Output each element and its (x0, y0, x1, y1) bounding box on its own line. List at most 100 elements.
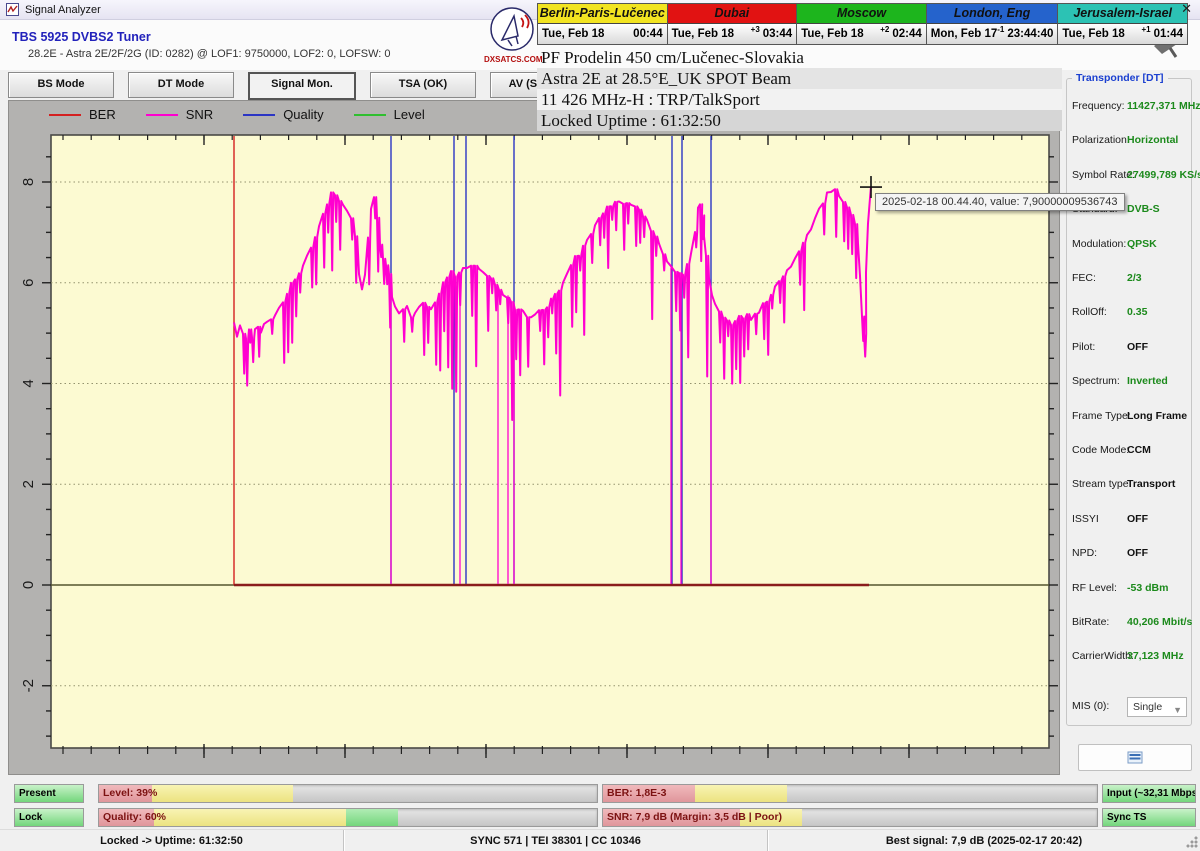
tp-value: 27499,789 KS/s (1127, 169, 1200, 181)
header-line-freq: 11 426 MHz-H : TRP/TalkSport (537, 89, 1062, 110)
tp-value: 37,123 MHz (1127, 650, 1184, 662)
clock-london-eng: London, EngMon, Feb 17-123:44:40 (927, 3, 1059, 45)
present-indicator: Present (14, 784, 84, 803)
tp-value: OFF (1127, 513, 1148, 525)
quality-seg-green (346, 809, 398, 826)
tp-row-npd-: NPD:OFF (1072, 547, 1190, 561)
quality-meter-label: Quality: 60% (103, 809, 166, 826)
tp-value: Inverted (1127, 375, 1168, 387)
status-bar: Locked -> Uptime: 61:32:50 SYNC 571 | TE… (0, 829, 1200, 851)
clock-time: 00:44 (633, 28, 662, 40)
list-icon (1127, 751, 1143, 764)
y-tick-label: -2 (20, 679, 37, 692)
tp-row-spectrum-: Spectrum:Inverted (1072, 375, 1190, 389)
input-rate-box: Input (~32,31 Mbps) (1102, 784, 1196, 803)
tp-label: Code Mode: (1072, 444, 1129, 456)
mis-label: MIS (0): (1072, 700, 1109, 712)
level-meter-label: Level: 39% (103, 785, 157, 802)
clock-city: Berlin-Paris-Lučenec (538, 4, 667, 24)
tp-row-frequency-: Frequency:11427,371 MHz (1072, 100, 1190, 114)
clock-city: Dubai (668, 4, 797, 24)
quality-meter: Quality: 60% (98, 808, 598, 827)
tp-row-modulation-: Modulation:QPSK (1072, 238, 1190, 252)
tab-tsa-ok-[interactable]: TSA (OK) (370, 72, 476, 98)
tp-value: QPSK (1127, 238, 1157, 250)
satellite-dish-logo-icon (488, 6, 536, 52)
y-tick-label: 4 (20, 379, 37, 387)
tp-row-rf-level-: RF Level: -53 dBm (1072, 582, 1190, 596)
legend-swatch (49, 114, 81, 116)
tab-bs-mode[interactable]: BS Mode (8, 72, 114, 98)
tp-value: 0.35 (1127, 306, 1147, 318)
legend-swatch (243, 114, 275, 116)
tp-label: CarrierWidth: (1072, 650, 1134, 662)
legend-item-ber: BER (49, 107, 116, 122)
mis-select[interactable]: Single ▼ (1127, 697, 1187, 717)
tp-value: 11427,371 MHz (1127, 100, 1200, 112)
tp-value: 2/3 (1127, 272, 1142, 284)
clock-utc-offset: +2 (880, 25, 889, 34)
dxsatcs-logo: DXSATCS.COM (484, 6, 540, 64)
ber-meter-label: BER: 1,8E-3 (607, 785, 667, 802)
clock-city: London, Eng (927, 4, 1058, 24)
tp-row-code-mode-: Code Mode:CCM (1072, 444, 1190, 458)
tp-label: Pilot: (1072, 341, 1095, 353)
antenna-header: PF Prodelin 450 cm/Lučenec-Slovakia Astr… (537, 47, 1062, 131)
tp-value: Transport (1127, 478, 1175, 490)
tuner-name: TBS 5925 DVBS2 Tuner (12, 30, 151, 44)
clock-date: Tue, Feb 18 (1062, 28, 1141, 40)
clock-date: Tue, Feb 18 (672, 28, 751, 40)
header-line-antenna: PF Prodelin 450 cm/Lučenec-Slovakia (537, 47, 1062, 68)
tp-label: FEC: (1072, 272, 1096, 284)
tp-label: RF Level: (1072, 582, 1117, 594)
clock-time: 01:44 (1154, 28, 1183, 40)
tp-row-carrierwidth-: CarrierWidth:37,123 MHz (1072, 650, 1190, 664)
tp-value: 40,206 Mbit/s (1127, 616, 1192, 628)
mode-tabs: BS ModeDT ModeSignal Mon.TSA (OK)AV (Sto… (8, 72, 596, 100)
snr-meter: SNR: 7,9 dB (Margin: 3,5 dB | Poor) (602, 808, 1098, 827)
lock-indicator: Lock (14, 808, 84, 827)
clock-city: Jerusalem-Israel (1058, 4, 1187, 24)
panel-tool-button[interactable] (1078, 744, 1192, 771)
clock-time: 03:44 (763, 28, 792, 40)
snr-meter-label: SNR: 7,9 dB (Margin: 3,5 dB | Poor) (607, 809, 782, 826)
tp-value: CCM (1127, 444, 1151, 456)
signal-analyzer-window: { "app": {"title": "Signal Analyzer", "c… (0, 0, 1200, 850)
resize-grip[interactable] (1186, 836, 1198, 848)
clock-utc-offset: +3 (751, 25, 760, 34)
tuner-detail: 28.2E - Astra 2E/2F/2G (ID: 0282) @ LOF1… (28, 48, 391, 60)
app-icon (6, 3, 19, 16)
tab-dt-mode[interactable]: DT Mode (128, 72, 234, 98)
tp-label: ISSYI (1072, 513, 1099, 525)
clock-berlin-paris-lu-enec: Berlin-Paris-Lučenec Tue, Feb 1800:44 (537, 3, 668, 45)
tp-row-pilot-: Pilot: OFF (1072, 341, 1190, 355)
level-seg-yellow (152, 785, 293, 802)
world-clocks: Berlin-Paris-LučenecTue, Feb 1800:44Duba… (537, 3, 1188, 45)
clock-date: Tue, Feb 18 (542, 28, 630, 40)
tp-row-polarization-: Polarization:Horizontal (1072, 134, 1190, 148)
tp-row-symbol-rate-: Symbol Rate:27499,789 KS/s (1072, 169, 1190, 183)
tp-label: BitRate: (1072, 616, 1109, 628)
legend-swatch (354, 114, 386, 116)
y-tick-label: 8 (20, 178, 37, 186)
tp-label: RollOff: (1072, 306, 1107, 318)
logo-text: DXSATCS.COM (484, 55, 540, 64)
y-tick-label: 2 (20, 480, 37, 488)
tp-value: OFF (1127, 341, 1148, 353)
window-title: Signal Analyzer (25, 4, 101, 16)
tp-value: -53 dBm (1127, 582, 1168, 594)
clock-utc-offset: -1 (997, 25, 1004, 34)
tp-label: NPD: (1072, 547, 1097, 559)
legend-label: Level (394, 107, 425, 122)
clock-date: Tue, Feb 18 (801, 28, 880, 40)
level-meter: Level: 39% (98, 784, 598, 803)
close-icon[interactable]: ✕ (1181, 1, 1192, 17)
tab-signal-mon-[interactable]: Signal Mon. (248, 72, 356, 100)
transponder-title: Transponder [DT] (1072, 72, 1168, 84)
tp-label: Stream type: (1072, 478, 1132, 490)
tp-label: Frequency: (1072, 100, 1125, 112)
y-tick-label: 6 (20, 279, 37, 287)
status-uptime: Locked -> Uptime: 61:32:50 (0, 830, 344, 851)
tp-row-issyi: ISSYI OFF (1072, 513, 1190, 527)
status-sync-counts: SYNC 571 | TEI 38301 | CC 10346 (344, 830, 768, 851)
